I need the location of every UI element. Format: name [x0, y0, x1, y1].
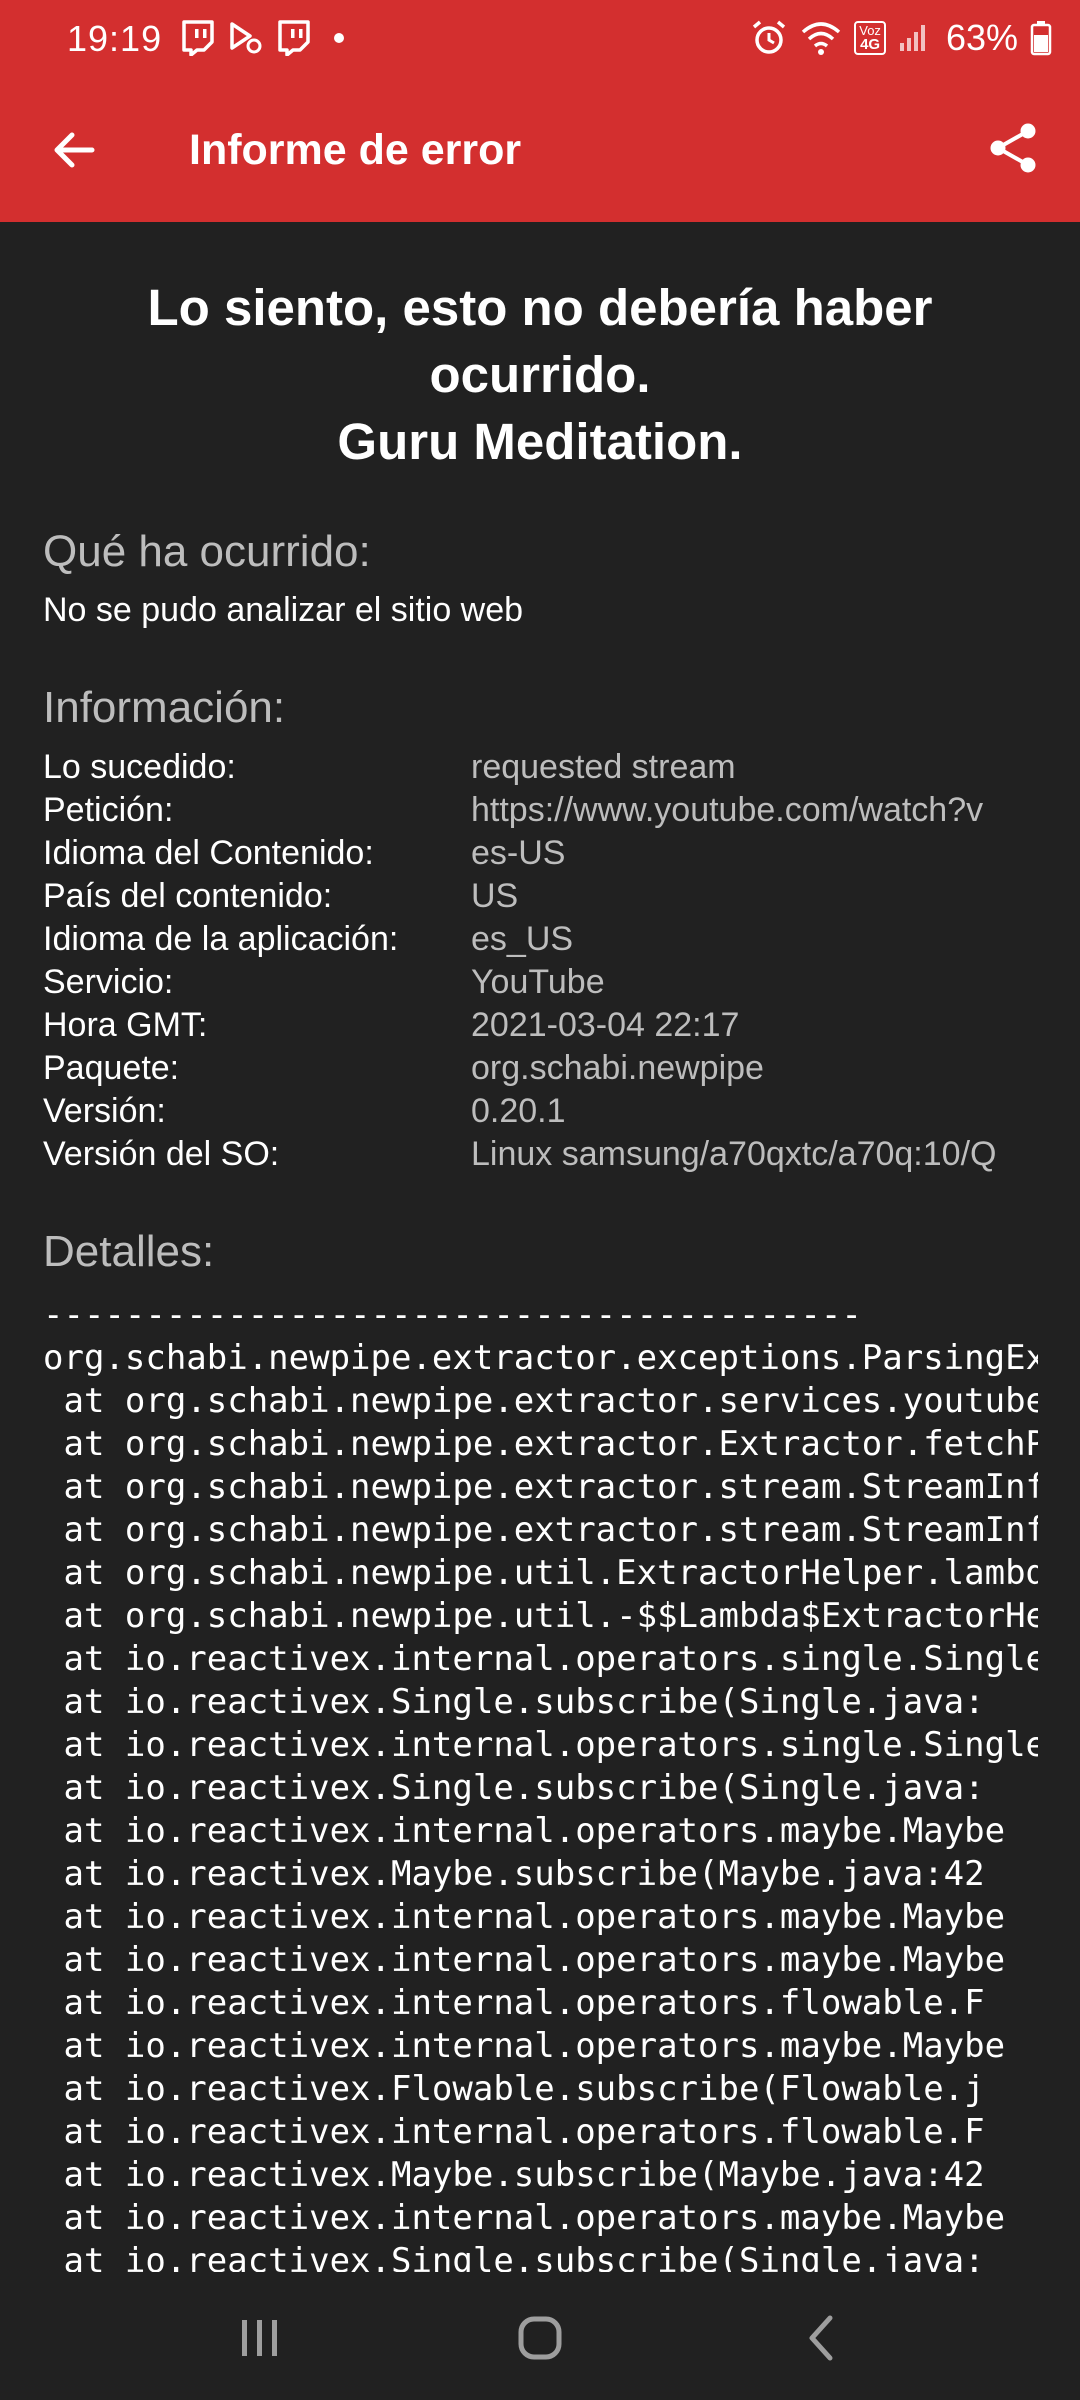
- details-heading: Detalles:: [43, 1227, 215, 1276]
- what-happened-heading: Qué ha ocurrido:: [43, 527, 371, 576]
- notification-icons: [180, 18, 344, 58]
- battery-icon: [1030, 21, 1052, 56]
- home-icon[interactable]: [510, 2308, 570, 2368]
- info-value: requested stream: [471, 748, 736, 786]
- headline-line-2: ocurrido.: [429, 346, 651, 403]
- info-value: org.schabi.newpipe: [471, 1049, 764, 1087]
- headline-line-3: Guru Meditation.: [337, 413, 743, 470]
- info-label: Servicio:: [43, 963, 174, 1001]
- info-row: Versión del SO: Linux samsung/a70qxtc/a70…: [43, 1135, 1080, 1178]
- signal-icon: [899, 25, 925, 51]
- share-icon[interactable]: [986, 120, 1042, 176]
- twitch-icon-2: [278, 20, 310, 56]
- what-happened-text: No se pudo analizar el sitio web: [43, 591, 524, 629]
- stacktrace-text: ----------------------------------------…: [43, 1295, 1038, 2272]
- error-headline: Lo siento, esto no debería haber ocurrid…: [40, 274, 1040, 475]
- wifi-icon: [802, 22, 841, 55]
- headline-line-1: Lo siento, esto no debería haber: [147, 279, 933, 336]
- info-label: Lo sucedido:: [43, 748, 236, 786]
- info-label: Paquete:: [43, 1049, 180, 1087]
- more-notifications-dot: [334, 33, 344, 43]
- info-value: Linux samsung/a70qxtc/a70q:10/Q: [471, 1135, 997, 1173]
- network-type-label: 4G: [860, 36, 881, 53]
- info-row: Hora GMT: 2021-03-04 22:17: [43, 1006, 1080, 1049]
- info-value: es-US: [471, 834, 566, 872]
- error-report-content[interactable]: Lo siento, esto no debería haber ocurrid…: [0, 222, 1080, 2272]
- information-heading: Información:: [43, 683, 286, 732]
- battery-percent: 63%: [945, 17, 1018, 58]
- info-value: 2021-03-04 22:17: [471, 1006, 740, 1044]
- twitch-icon: [182, 20, 214, 56]
- info-row: Versión: 0.20.1: [43, 1092, 1080, 1135]
- info-row: Idioma del Contenido: es-US: [43, 834, 1080, 877]
- page-title: Informe de error: [189, 126, 522, 174]
- info-value: YouTube: [471, 963, 605, 1001]
- info-label: País del contenido:: [43, 877, 333, 915]
- navigation-bar: [0, 2272, 1080, 2400]
- app-bar: Informe de error: [0, 76, 1080, 222]
- info-label: Idioma del Contenido:: [43, 834, 374, 872]
- info-label: Versión del SO:: [43, 1135, 280, 1173]
- volte-badge: Voz 4G: [854, 21, 886, 55]
- alarm-icon: [753, 20, 786, 54]
- info-label: Versión:: [43, 1092, 166, 1130]
- info-value: US: [471, 877, 519, 915]
- info-row: Lo sucedido: requested stream: [43, 748, 1080, 791]
- info-value: es_US: [471, 920, 574, 958]
- info-value: https://www.youtube.com/watch?v: [471, 791, 984, 829]
- status-bar: 19:19 Voz 4G 63%: [0, 0, 1080, 76]
- info-row: Servicio: YouTube: [43, 963, 1080, 1006]
- info-value: 0.20.1: [471, 1092, 566, 1130]
- recents-icon[interactable]: [230, 2308, 290, 2368]
- info-row: Idioma de la aplicación: es_US: [43, 920, 1080, 963]
- nav-back-icon[interactable]: [792, 2308, 852, 2368]
- information-table: Lo sucedido: requested stream Petición: ht…: [43, 748, 1080, 1178]
- arrow-back-icon[interactable]: [48, 124, 100, 176]
- info-label: Petición:: [43, 791, 174, 829]
- status-time: 19:19: [67, 18, 163, 59]
- info-row: Paquete: org.schabi.newpipe: [43, 1049, 1080, 1092]
- details-stacktrace[interactable]: ----------------------------------------…: [43, 1294, 1038, 2272]
- system-icons: Voz 4G 63%: [750, 17, 1052, 58]
- info-row: País del contenido: US: [43, 877, 1080, 920]
- info-row: Petición: https://www.youtube.com/watch?v: [43, 791, 1080, 834]
- info-label: Hora GMT:: [43, 1006, 208, 1044]
- info-label: Idioma de la aplicación:: [43, 920, 399, 958]
- cast-play-icon: [230, 22, 262, 54]
